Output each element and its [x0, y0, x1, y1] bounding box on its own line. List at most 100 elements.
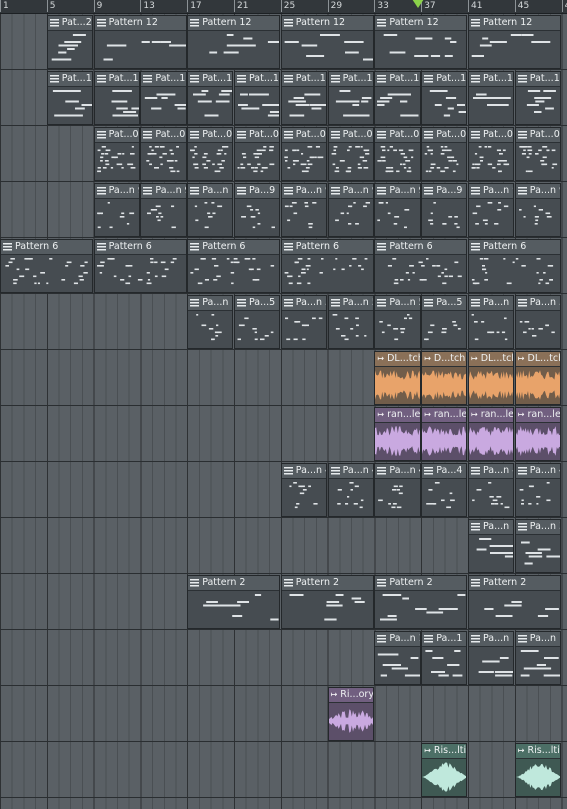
pattern-clip-icon[interactable]: [517, 466, 527, 476]
clip-header[interactable]: Pa...9: [235, 184, 280, 199]
audio-clip-icon[interactable]: ↦: [518, 408, 525, 422]
pattern-clip[interactable]: Pat...0: [514, 127, 562, 181]
pattern-clip[interactable]: Pat...1: [46, 71, 94, 125]
clip-header[interactable]: Pa...n 5: [515, 296, 561, 311]
pattern-clip[interactable]: Pa...n 9: [514, 183, 562, 237]
clip-header[interactable]: Pat...0: [469, 128, 514, 143]
clip-header[interactable]: Pa...n 4: [328, 464, 373, 479]
audio-clip[interactable]: ↦ Ri...ory: [327, 687, 374, 741]
pattern-clip[interactable]: Pattern 2: [280, 575, 374, 629]
pattern-clip[interactable]: Pa...n 5: [280, 295, 328, 349]
audio-clip-icon[interactable]: ↦: [471, 408, 478, 422]
pattern-clip[interactable]: Pa...n 3: [468, 519, 515, 573]
pattern-clip[interactable]: Pat...1: [327, 71, 374, 125]
track-row[interactable]: ↦ ran...le ↦ ran...le ↦ ran...le ↦ ran...le: [0, 406, 567, 462]
pattern-clip-icon[interactable]: [190, 578, 200, 588]
pattern-clip-icon[interactable]: [424, 186, 434, 196]
clip-header[interactable]: Pa...1: [422, 632, 467, 647]
clip-header[interactable]: Pattern 6: [188, 240, 280, 255]
pattern-clip-icon[interactable]: [471, 74, 480, 84]
pattern-clip-icon[interactable]: [190, 74, 200, 84]
clip-header[interactable]: ↦ D...tch: [422, 352, 467, 367]
pattern-clip-icon[interactable]: [424, 130, 434, 140]
pattern-clip-icon[interactable]: [190, 130, 200, 140]
clip-header[interactable]: Pa...n 1: [375, 632, 420, 647]
pattern-clip-icon[interactable]: [190, 18, 200, 28]
pattern-clip-icon[interactable]: [96, 18, 106, 28]
pattern-clip-icon[interactable]: [283, 74, 293, 84]
pattern-clip[interactable]: Pa...n 1: [514, 631, 562, 685]
pattern-clip-icon[interactable]: [143, 74, 153, 84]
pattern-clip[interactable]: Pa...1: [421, 631, 468, 685]
clip-header[interactable]: Pat...1: [375, 72, 420, 87]
timeline-ruler[interactable]: 15913172125293337414549: [0, 0, 567, 14]
clip-header[interactable]: ↦ ran...le: [515, 408, 561, 423]
pattern-clip-icon[interactable]: [471, 130, 480, 140]
pattern-clip[interactable]: Pat...0: [140, 127, 187, 181]
pattern-clip-icon[interactable]: [283, 578, 293, 588]
pattern-clip[interactable]: Pa...n 4: [374, 463, 421, 517]
pattern-clip[interactable]: Pattern 6: [0, 239, 94, 293]
track-row[interactable]: Pa...n 3 Pa...n 3: [0, 518, 567, 574]
pattern-clip[interactable]: Pattern 6: [187, 239, 281, 293]
audio-clip-icon[interactable]: ↦: [377, 352, 384, 366]
clip-header[interactable]: Pa...n 9: [281, 184, 327, 199]
clip-header[interactable]: Pa...n 5: [328, 296, 373, 311]
pattern-clip-icon[interactable]: [517, 130, 527, 140]
pattern-clip[interactable]: Pat...1: [140, 71, 187, 125]
pattern-clip[interactable]: Pattern 12: [93, 15, 187, 69]
pattern-clip-icon[interactable]: [377, 74, 387, 84]
audio-clip[interactable]: ↦ Ris...lti: [514, 743, 562, 797]
pattern-clip[interactable]: Pa...n 9: [187, 183, 234, 237]
pattern-clip-icon[interactable]: [3, 242, 12, 252]
clip-header[interactable]: Pattern 6: [469, 240, 561, 255]
pattern-clip-icon[interactable]: [330, 74, 340, 84]
clip-header[interactable]: Pattern 12: [188, 16, 280, 31]
pattern-clip-icon[interactable]: [517, 634, 527, 644]
audio-clip[interactable]: ↦ Ris...lti: [421, 743, 468, 797]
pattern-clip[interactable]: Pattern 2: [374, 575, 468, 629]
clip-header[interactable]: Pa...n 1: [469, 632, 514, 647]
clip-header[interactable]: Pat...0: [515, 128, 561, 143]
pattern-clip-icon[interactable]: [330, 466, 340, 476]
clip-header[interactable]: Pat...0: [328, 128, 373, 143]
clip-header[interactable]: Pa...9: [422, 184, 467, 199]
clip-header[interactable]: Pa...n 9: [515, 184, 561, 199]
clip-header[interactable]: Pat...1: [422, 72, 467, 87]
audio-clip-icon[interactable]: ↦: [331, 688, 338, 702]
clip-header[interactable]: Pa...n 9: [94, 184, 139, 199]
pattern-clip[interactable]: Pa...n 5: [374, 295, 421, 349]
pattern-clip-icon[interactable]: [283, 298, 293, 308]
track-row[interactable]: ↦DL...tch↦D...tch↦DL...tch↦DL...tch: [0, 350, 567, 406]
audio-clip-icon[interactable]: ↦: [518, 352, 525, 366]
clip-header[interactable]: Pa...n 9: [469, 184, 514, 199]
pattern-clip-icon[interactable]: [471, 186, 480, 196]
pattern-clip-icon[interactable]: [143, 186, 153, 196]
pattern-clip-icon[interactable]: [471, 298, 480, 308]
pattern-clip[interactable]: Pat...1: [280, 71, 328, 125]
pattern-clip-icon[interactable]: [283, 130, 293, 140]
clip-header[interactable]: Pattern 6: [94, 240, 186, 255]
track-row[interactable]: ↦ Ri...ory: [0, 686, 567, 742]
clip-header[interactable]: Pattern 2: [469, 576, 561, 591]
pattern-clip-icon[interactable]: [471, 18, 480, 28]
pattern-clip-icon[interactable]: [330, 130, 340, 140]
clip-header[interactable]: Pat...1: [235, 72, 280, 87]
pattern-clip-icon[interactable]: [471, 466, 480, 476]
playhead-marker[interactable]: [412, 0, 424, 8]
pattern-clip[interactable]: Pa...n 9: [468, 183, 515, 237]
pattern-clip[interactable]: Pat...1: [374, 71, 421, 125]
clip-header[interactable]: Pa...n 9: [188, 184, 233, 199]
clip-header[interactable]: Pa...n 4: [469, 464, 514, 479]
pattern-clip[interactable]: Pat...1: [234, 71, 281, 125]
clip-header[interactable]: Pat...0: [422, 128, 467, 143]
audio-clip-icon[interactable]: ↦: [518, 744, 525, 758]
clip-header[interactable]: Pat...1: [515, 72, 561, 87]
track-row[interactable]: ↦ Ris...lti ↦ Ris...lti: [0, 742, 567, 798]
pattern-clip[interactable]: Pa...n 4: [468, 463, 515, 517]
clip-header[interactable]: ↦DL...tch: [515, 352, 561, 367]
pattern-clip[interactable]: Pat...2: [46, 15, 94, 69]
clip-header[interactable]: Pattern 6: [375, 240, 467, 255]
track-row[interactable]: Pat...0 Pat...0 Pat...0 Pat...0 Pat...0 Pat..…: [0, 126, 567, 182]
track-row[interactable]: Pa...n 4 Pa...n 4 Pa...n 4 Pa...4 Pa...n 4 Pa…: [0, 462, 567, 518]
